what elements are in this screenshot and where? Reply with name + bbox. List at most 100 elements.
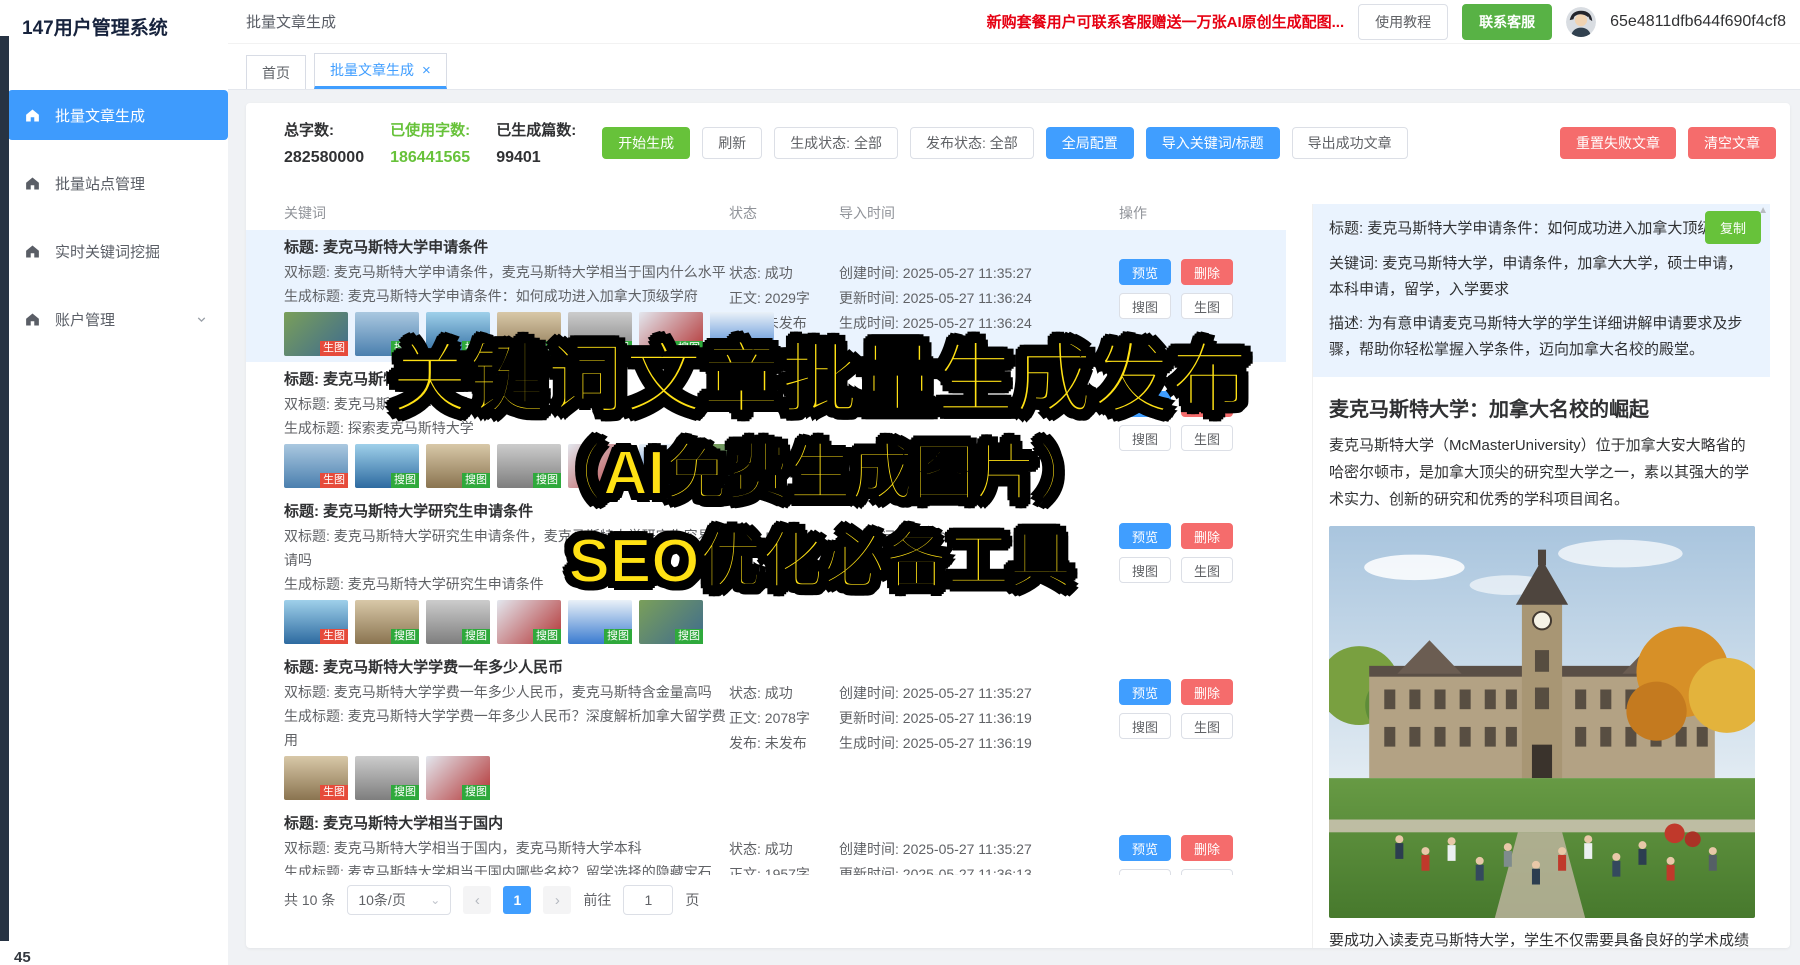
delete-button[interactable]: 删除 xyxy=(1181,391,1233,417)
gen-image-button[interactable]: 生图 xyxy=(1181,713,1233,739)
thumbnail[interactable]: 搜图 xyxy=(497,444,561,488)
thumbnail[interactable]: 搜图 xyxy=(568,444,632,488)
delete-button[interactable]: 删除 xyxy=(1181,523,1233,549)
gen-image-button[interactable]: 生图 xyxy=(1181,557,1233,583)
publish-status-select[interactable]: 发布状态: 全部 xyxy=(910,127,1034,159)
thumbnail[interactable]: 搜图 xyxy=(355,312,419,356)
start-generate-button[interactable]: 开始生成 xyxy=(602,127,690,159)
search-image-tag: 搜图 xyxy=(391,629,419,644)
preview-button[interactable]: 预览 xyxy=(1119,391,1171,417)
preview-button[interactable]: 预览 xyxy=(1119,523,1171,549)
thumbnail[interactable]: 搜图 xyxy=(355,444,419,488)
global-config-button[interactable]: 全局配置 xyxy=(1046,127,1134,159)
promo-notice-text[interactable]: 新购套餐用户可联系客服赠送一万张AI原创生成配图... xyxy=(987,11,1345,32)
thumbnail[interactable]: 搜图 xyxy=(497,312,561,356)
search-image-button[interactable]: 搜图 xyxy=(1119,869,1171,875)
table-row[interactable]: 标题: 麦克马斯特大学相当于国内 双标题: 麦克马斯特大学相当于国内，麦克马斯特… xyxy=(246,806,1286,875)
preview-description: 描述: 为有意申请麦克马斯特大学的学生详细讲解申请要求及步骤，帮助你轻松掌握入学… xyxy=(1329,311,1754,363)
thumbnail[interactable]: 搜图 xyxy=(355,756,419,800)
refresh-button[interactable]: 刷新 xyxy=(702,127,762,159)
tutorial-button[interactable]: 使用教程 xyxy=(1358,4,1448,40)
search-image-button[interactable]: 搜图 xyxy=(1119,425,1171,451)
sidebar-item-0[interactable]: 批量文章生成 xyxy=(8,90,228,140)
table-row[interactable]: 标题: 麦克马斯特大学研究生申请条件 双标题: 麦克马斯特大学研究生申请条件，麦… xyxy=(246,494,1286,650)
search-image-tag: 搜图 xyxy=(533,629,561,644)
updated-time: 更新时间: 2025-05-27 11:36:19 xyxy=(839,706,1107,731)
article-title: 标题: 麦克马斯特大学相当于国内 xyxy=(284,812,729,836)
actions-cell: 预览 删除 搜图 生图 xyxy=(1107,812,1272,875)
keyword-cell: 标题: 麦克马斯特大学研究生申请条件 双标题: 麦克马斯特大学研究生申请条件，麦… xyxy=(284,500,729,644)
search-image-tag: 搜图 xyxy=(675,473,703,488)
article-dual-title: 双标题: 麦克马斯特大学学费一年多少人民币，麦克马斯特含金量高吗 xyxy=(284,680,729,704)
preview-paragraph: 麦克马斯特大学（McMasterUniversity）位于加拿大安大略省的哈密尔… xyxy=(1329,432,1754,513)
delete-button[interactable]: 删除 xyxy=(1181,259,1233,285)
article-status: 状态: 成功 xyxy=(729,261,839,286)
thumbnail[interactable]: 搜图 xyxy=(639,600,703,644)
goto-page-input[interactable] xyxy=(623,885,673,915)
clear-articles-button[interactable]: 清空文章 xyxy=(1688,127,1776,159)
thumbnail[interactable]: 搜图 xyxy=(639,444,703,488)
search-image-button[interactable]: 搜图 xyxy=(1119,713,1171,739)
thumbnail[interactable]: 搜图 xyxy=(639,312,703,356)
article-dual-title: 双标题: 麦克马斯特大学研究生申请条件，麦克马斯特大学研究生容易申请吗 xyxy=(284,524,729,572)
copy-button[interactable]: 复制 xyxy=(1705,211,1761,244)
thumbnail[interactable]: 搜图 xyxy=(497,600,561,644)
sidebar-item-3[interactable]: 账户管理 xyxy=(0,294,228,344)
current-page-button[interactable]: 1 xyxy=(503,886,531,914)
article-status: 状态: 成功 xyxy=(729,525,839,550)
pagination: 共 10 条 10条/页 ⌄ ‹ 1 › 前往 页 xyxy=(284,885,699,915)
sidebar-item-2[interactable]: 实时关键词挖掘 xyxy=(0,226,228,276)
thumbnail[interactable]: 搜图 xyxy=(710,444,774,488)
table-row[interactable]: 标题: 麦克马斯特大学 双标题: 麦克马斯特大学 生成标题: 探索麦克马斯特大学… xyxy=(246,362,1286,494)
thumbnail[interactable]: 生图 xyxy=(284,312,348,356)
updated-time: 更新时间: 2025-05-27 11:36:13 xyxy=(839,862,1107,875)
thumbnail[interactable]: 搜图 xyxy=(426,444,490,488)
home-icon xyxy=(24,311,42,328)
search-image-button[interactable]: 搜图 xyxy=(1119,557,1171,583)
preview-button[interactable]: 预览 xyxy=(1119,679,1171,705)
prev-page-button[interactable]: ‹ xyxy=(463,886,491,914)
gen-image-button[interactable]: 生图 xyxy=(1181,425,1233,451)
contact-support-button[interactable]: 联系客服 xyxy=(1462,4,1552,40)
thumbnail[interactable]: 生图 xyxy=(284,444,348,488)
table-row[interactable]: 标题: 麦克马斯特大学申请条件 双标题: 麦克马斯特大学申请条件，麦克马斯特大学… xyxy=(246,230,1286,362)
column-status: 状态 xyxy=(729,203,839,223)
preview-button[interactable]: 预览 xyxy=(1119,835,1171,861)
delete-button[interactable]: 删除 xyxy=(1181,679,1233,705)
import-keywords-button[interactable]: 导入关键词/标题 xyxy=(1146,127,1280,159)
created-time: 创建时间: 2025-05-27 11:35:27 xyxy=(839,681,1107,706)
thumbnail[interactable]: 搜图 xyxy=(426,312,490,356)
export-success-button[interactable]: 导出成功文章 xyxy=(1292,127,1408,159)
thumbnail[interactable]: 搜图 xyxy=(426,600,490,644)
thumbnail[interactable]: 生图 xyxy=(284,600,348,644)
preview-button[interactable]: 预览 xyxy=(1119,259,1171,285)
gen-image-button[interactable]: 生图 xyxy=(1181,869,1233,875)
reset-failed-button[interactable]: 重置失败文章 xyxy=(1560,127,1676,159)
goto-label: 前往 xyxy=(583,890,611,910)
thumbnail[interactable]: 搜图 xyxy=(355,600,419,644)
word-count: 正文: 2078字 xyxy=(729,706,839,731)
tab-batch-article[interactable]: 批量文章生成 × xyxy=(314,53,447,89)
page-size-select[interactable]: 10条/页 ⌄ xyxy=(347,885,451,915)
next-page-button[interactable]: › xyxy=(543,886,571,914)
sidebar-item-1[interactable]: 批量站点管理 xyxy=(0,158,228,208)
preview-title: 标题: 麦克马斯特大学申请条件：如何成功进入加拿大顶级学府 xyxy=(1329,216,1754,242)
generate-status-select[interactable]: 生成状态: 全部 xyxy=(774,127,898,159)
gen-image-button[interactable]: 生图 xyxy=(1181,293,1233,319)
article-generated-title: 生成标题: 麦克马斯特大学相当于国内哪些名校？留学选择的隐藏宝石 xyxy=(284,860,729,875)
stat-total-words: 总字数: 282580000 xyxy=(284,119,364,167)
search-image-tag: 搜图 xyxy=(391,785,419,800)
tab-home[interactable]: 首页 xyxy=(246,55,306,89)
thumbnail[interactable]: 搜图 xyxy=(710,312,774,356)
thumbnail[interactable]: 搜图 xyxy=(426,756,490,800)
table-row[interactable]: 标题: 麦克马斯特大学学费一年多少人民币 双标题: 麦克马斯特大学学费一年多少人… xyxy=(246,650,1286,806)
delete-button[interactable]: 删除 xyxy=(1181,835,1233,861)
close-icon[interactable]: × xyxy=(422,62,431,79)
thumbnail[interactable]: 搜图 xyxy=(568,600,632,644)
thumbnail[interactable]: 搜图 xyxy=(568,312,632,356)
avatar[interactable] xyxy=(1566,7,1596,37)
search-image-button[interactable]: 搜图 xyxy=(1119,293,1171,319)
article-dual-title: 双标题: 麦克马斯特大学 xyxy=(284,392,729,416)
word-count xyxy=(729,418,839,443)
thumbnail[interactable]: 生图 xyxy=(284,756,348,800)
